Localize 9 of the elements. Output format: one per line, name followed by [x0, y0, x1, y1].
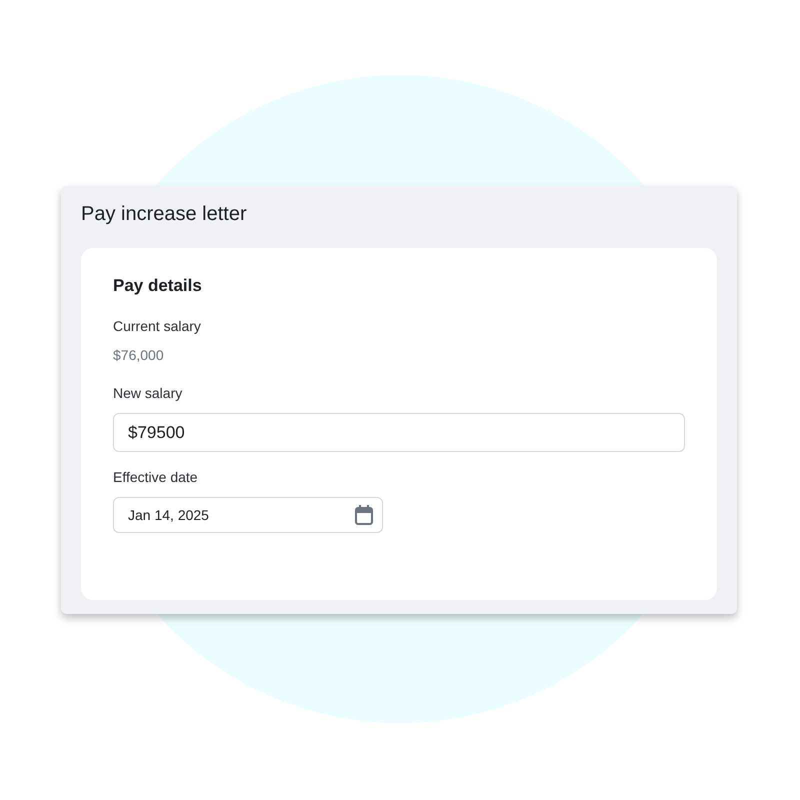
field-label: Effective date	[113, 468, 198, 486]
salary-input[interactable]: $79500	[113, 413, 685, 452]
field-label: Current salary	[113, 317, 201, 335]
field-value: $76,000	[113, 346, 164, 364]
field-label: New salary	[113, 384, 182, 402]
date-input[interactable]: Jan 14, 2025	[113, 497, 383, 533]
calendar-icon[interactable]	[354, 504, 374, 526]
panel-title: Pay increase letter	[81, 202, 248, 226]
card-title: Pay details	[113, 275, 203, 297]
